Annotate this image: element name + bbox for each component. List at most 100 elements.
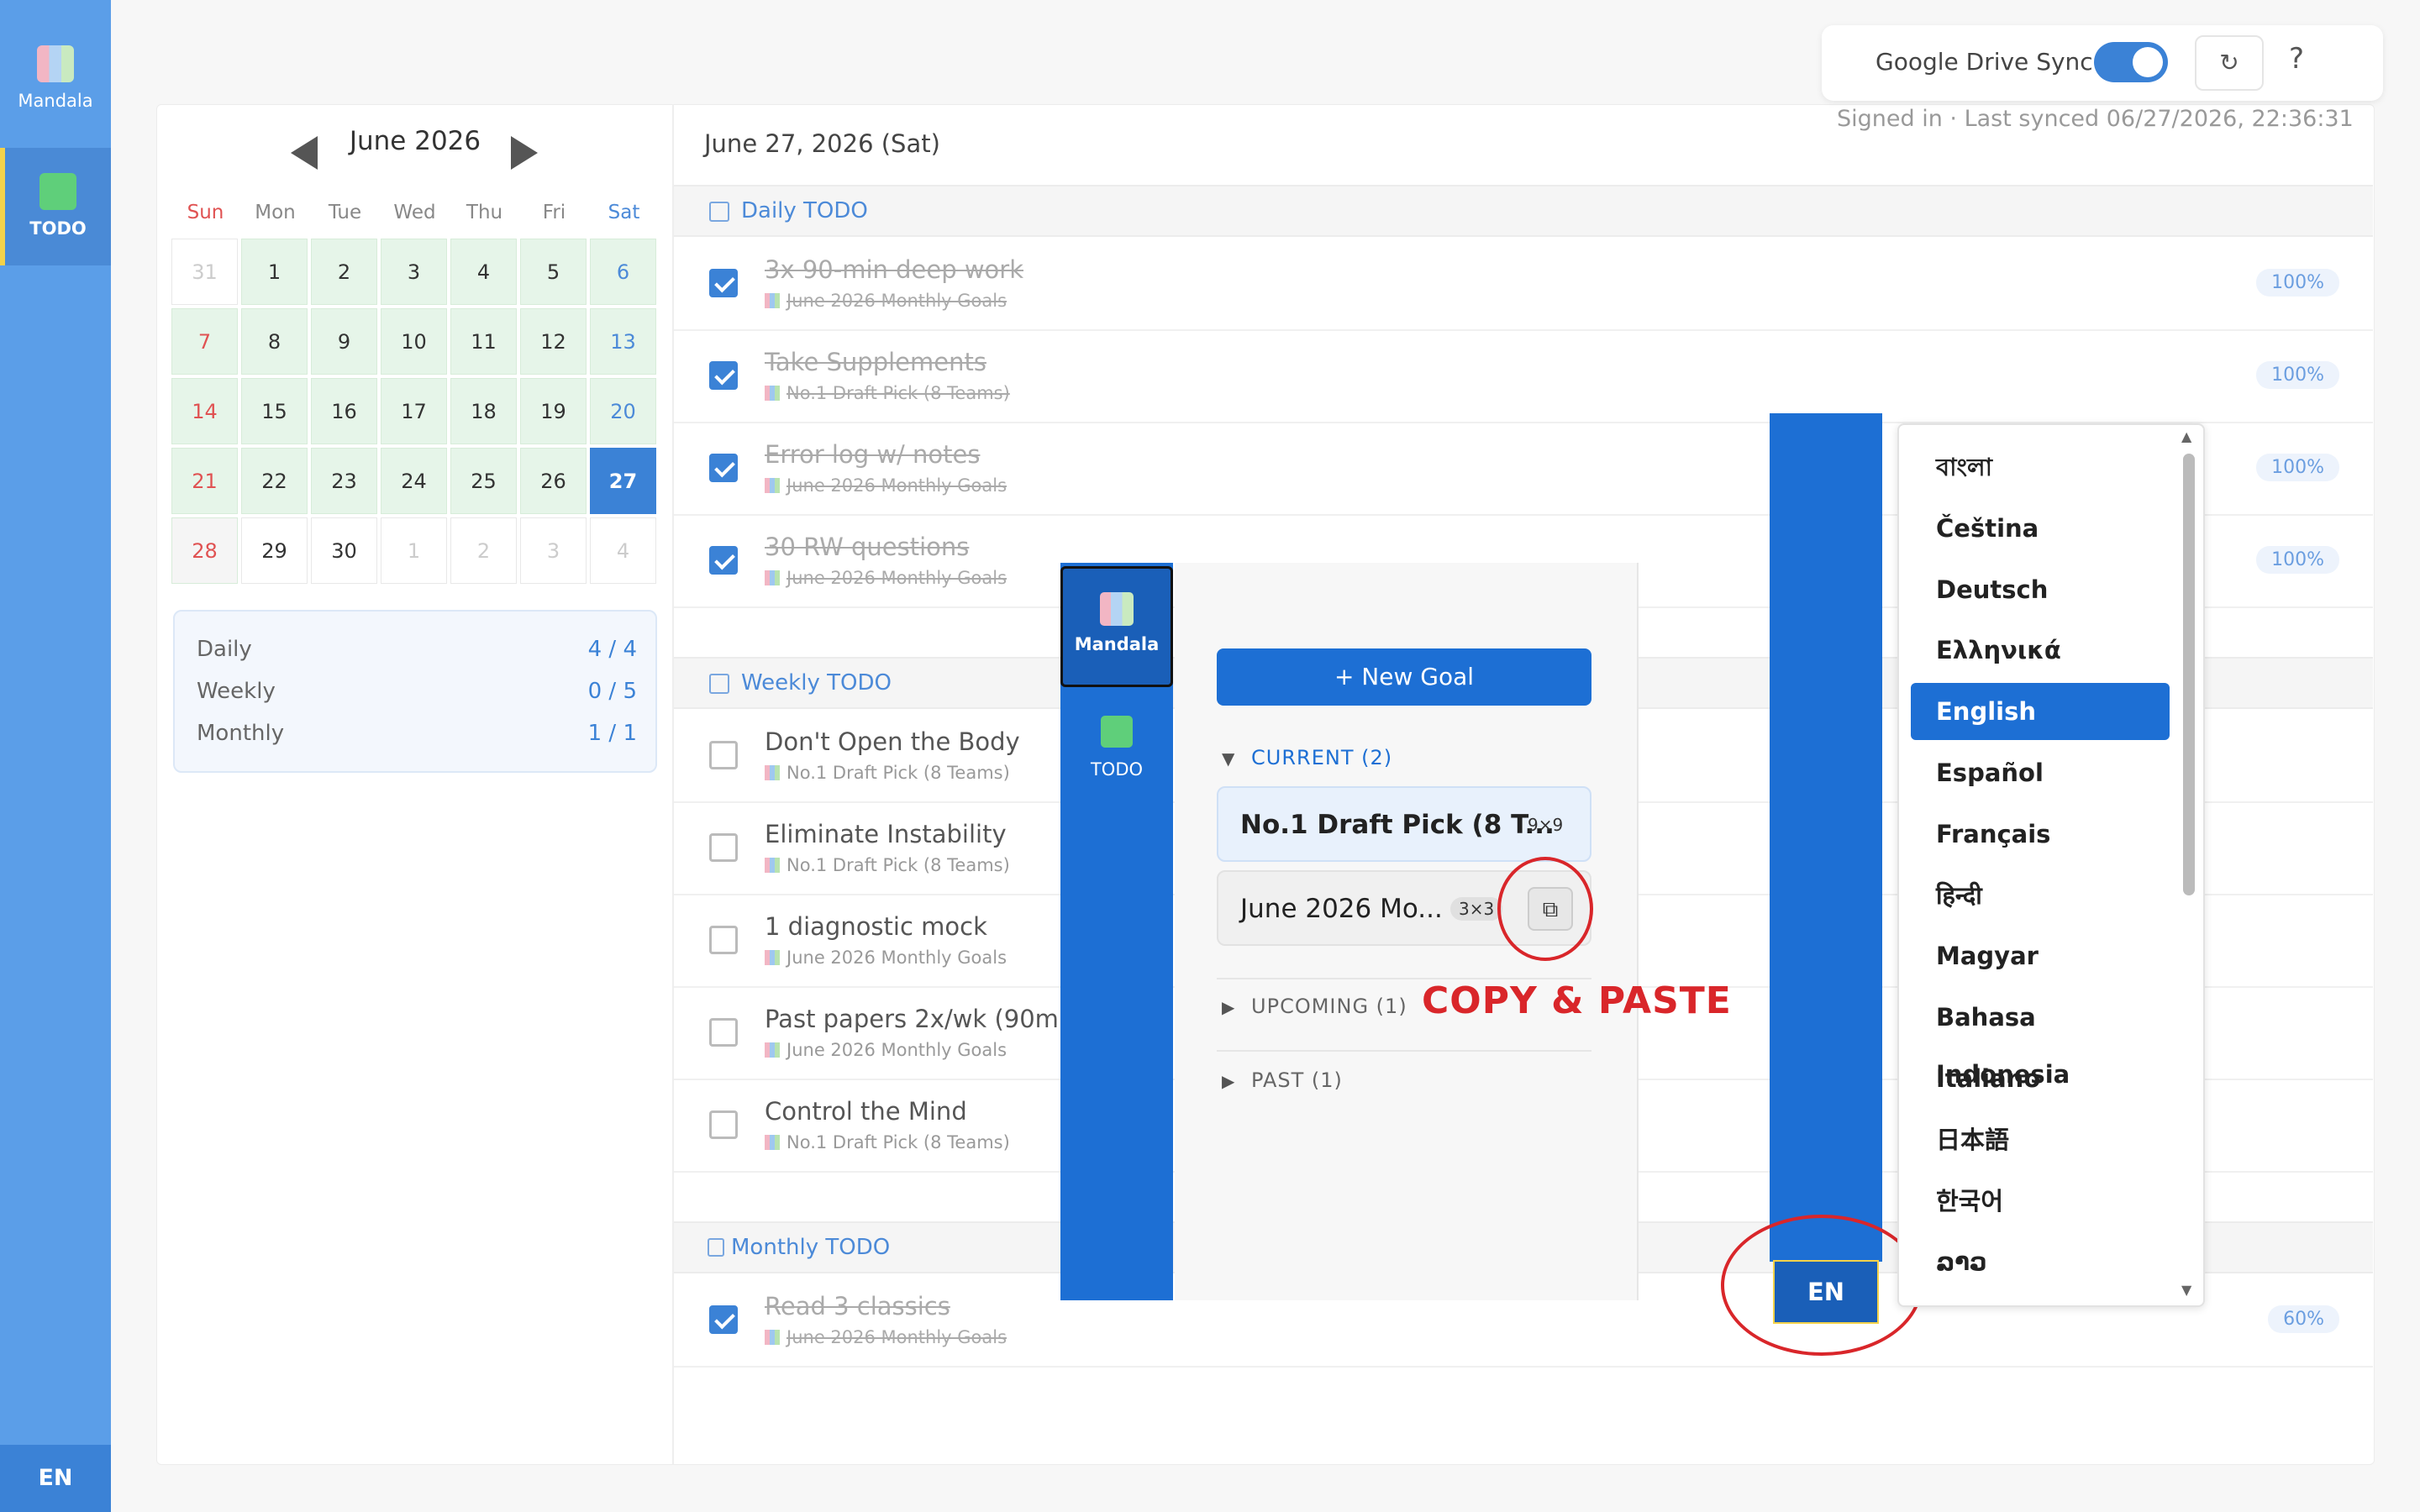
todo-checkbox[interactable] bbox=[709, 546, 738, 575]
mandala-chart-icon bbox=[765, 1135, 780, 1150]
calendar-day[interactable]: 7 bbox=[171, 308, 238, 375]
mandala-chart-icon bbox=[765, 1330, 780, 1345]
stat-monthly-label: Monthly bbox=[197, 721, 285, 746]
todo-checkbox[interactable] bbox=[709, 361, 738, 390]
refresh-button[interactable]: ↻ bbox=[2195, 35, 2264, 91]
calendar-day[interactable]: 12 bbox=[520, 308, 587, 375]
calendar-day[interactable]: 8 bbox=[241, 308, 308, 375]
language-option[interactable]: 日本語 bbox=[1911, 1111, 2170, 1168]
calendar-day[interactable]: 17 bbox=[381, 378, 447, 444]
stat-monthly: Monthly 1 / 1 bbox=[197, 721, 637, 746]
todo-checkbox[interactable] bbox=[709, 454, 738, 482]
current-group-toggle[interactable]: ▼ CURRENT (2) bbox=[1222, 746, 1392, 769]
todo-checkbox[interactable] bbox=[709, 1305, 738, 1334]
calendar-day[interactable]: 6 bbox=[590, 239, 656, 305]
calendar-day[interactable]: 30 bbox=[311, 517, 377, 584]
calendar-day[interactable]: 25 bbox=[450, 448, 517, 514]
calendar-day[interactable]: 16 bbox=[311, 378, 377, 444]
calendar-day[interactable]: 14 bbox=[171, 378, 238, 444]
app-sidebar: Mandala TODO EN bbox=[0, 0, 111, 1512]
calendar-day[interactable]: 1 bbox=[381, 517, 447, 584]
calendar-day[interactable]: 3 bbox=[381, 239, 447, 305]
overlay-nav-mandala[interactable]: Mandala bbox=[1060, 566, 1173, 687]
calendar-day[interactable]: 2 bbox=[311, 239, 377, 305]
calendar-day[interactable]: 29 bbox=[241, 517, 308, 584]
todo-checkbox[interactable] bbox=[709, 1110, 738, 1139]
calendar-day[interactable]: 4 bbox=[450, 239, 517, 305]
todo-goal-source: June 2026 Monthly Goals bbox=[765, 291, 1007, 311]
calendar-day[interactable]: 3 bbox=[520, 517, 587, 584]
past-group-toggle[interactable]: ▶ PAST (1) bbox=[1222, 1068, 1343, 1092]
calendar-day[interactable]: 10 bbox=[381, 308, 447, 375]
language-option[interactable]: हिन्दी bbox=[1911, 867, 2170, 924]
language-option[interactable]: Italiano bbox=[1911, 1050, 2170, 1107]
language-option[interactable]: Español bbox=[1911, 744, 2170, 801]
nav-item-todo[interactable]: TODO bbox=[0, 148, 111, 265]
todo-goal-source: No.1 Draft Pick (8 Teams) bbox=[765, 763, 1010, 783]
language-option[interactable]: ລາວ bbox=[1911, 1233, 2170, 1290]
chevron-right-icon: ▶ bbox=[1222, 1071, 1236, 1091]
todo-title: Eliminate Instability bbox=[765, 820, 1007, 848]
calendar-day[interactable]: 2 bbox=[450, 517, 517, 584]
nav-item-label: TODO bbox=[29, 218, 87, 239]
todo-checkbox[interactable] bbox=[709, 833, 738, 862]
calendar-day[interactable]: 28 bbox=[171, 517, 238, 584]
calendar-day[interactable]: 21 bbox=[171, 448, 238, 514]
language-option[interactable]: Ελληνικά bbox=[1911, 622, 2170, 679]
todo-goal-source: June 2026 Monthly Goals bbox=[765, 568, 1007, 588]
nav-item-mandala[interactable]: Mandala bbox=[0, 0, 111, 118]
next-month-button[interactable] bbox=[511, 136, 538, 170]
language-option[interactable]: English bbox=[1911, 683, 2170, 741]
checkbox-icon bbox=[39, 173, 76, 210]
weekday-label: Mon bbox=[255, 202, 296, 223]
calendar-day[interactable]: 22 bbox=[241, 448, 308, 514]
language-button[interactable]: EN bbox=[0, 1445, 111, 1512]
language-option[interactable]: Deutsch bbox=[1911, 561, 2170, 618]
todo-title: Read 3 classics bbox=[765, 1292, 950, 1320]
language-option[interactable]: Français bbox=[1911, 806, 2170, 863]
calendar-day[interactable]: 11 bbox=[450, 308, 517, 375]
language-option[interactable]: Magyar bbox=[1911, 927, 2170, 984]
weekday-label: Tue bbox=[328, 202, 362, 223]
calendar-day[interactable]: 26 bbox=[520, 448, 587, 514]
todo-checkbox[interactable] bbox=[709, 269, 738, 297]
calendar-day[interactable]: 27 bbox=[590, 448, 656, 514]
mandala-chart-icon bbox=[1100, 592, 1134, 626]
weekday-label: Thu bbox=[466, 202, 503, 223]
new-goal-button[interactable]: + New Goal bbox=[1217, 648, 1591, 706]
calendar-day[interactable]: 24 bbox=[381, 448, 447, 514]
overlay-nav-todo[interactable]: TODO bbox=[1060, 716, 1173, 780]
language-menu-scrollbar[interactable] bbox=[2183, 454, 2195, 895]
goal-item[interactable]: No.1 Draft Pick (8 T... 9×9 bbox=[1217, 786, 1591, 862]
todo-title: Control the Mind bbox=[765, 1097, 967, 1126]
calendar-day[interactable]: 23 bbox=[311, 448, 377, 514]
language-option[interactable]: বাংলা bbox=[1911, 438, 2170, 496]
mandala-chart-icon bbox=[765, 293, 780, 308]
weekday-label: Fri bbox=[542, 202, 566, 223]
calendar-day[interactable]: 31 bbox=[171, 239, 238, 305]
language-option[interactable]: Čeština bbox=[1911, 500, 2170, 557]
todo-checkbox[interactable] bbox=[709, 741, 738, 769]
language-option[interactable]: 한국어 bbox=[1911, 1173, 2170, 1230]
calendar-day[interactable]: 4 bbox=[590, 517, 656, 584]
calendar-day[interactable]: 18 bbox=[450, 378, 517, 444]
todo-goal-source: June 2026 Monthly Goals bbox=[765, 475, 1007, 496]
calendar-day[interactable]: 19 bbox=[520, 378, 587, 444]
language-option[interactable]: Bahasa Indonesia bbox=[1911, 989, 2170, 1089]
scroll-down-icon[interactable]: ▼ bbox=[2181, 1282, 2191, 1298]
calendar-day[interactable]: 15 bbox=[241, 378, 308, 444]
scroll-up-icon[interactable]: ▲ bbox=[2181, 428, 2191, 444]
calendar-day[interactable]: 9 bbox=[311, 308, 377, 375]
todo-checkbox[interactable] bbox=[709, 1018, 738, 1047]
calendar-day[interactable]: 5 bbox=[520, 239, 587, 305]
calendar-day[interactable]: 13 bbox=[590, 308, 656, 375]
upcoming-group-toggle[interactable]: ▶ UPCOMING (1) bbox=[1222, 995, 1407, 1018]
todo-item: 3x 90-min deep work June 2026 Monthly Goa… bbox=[674, 239, 2373, 331]
calendar-day[interactable]: 1 bbox=[241, 239, 308, 305]
calendar-day[interactable]: 20 bbox=[590, 378, 656, 444]
sync-toggle[interactable] bbox=[2094, 42, 2168, 82]
help-button[interactable]: ? bbox=[2289, 42, 2304, 76]
todo-checkbox[interactable] bbox=[709, 926, 738, 954]
divider bbox=[1217, 1050, 1591, 1052]
todo-goal-source: No.1 Draft Pick (8 Teams) bbox=[765, 1132, 1010, 1152]
